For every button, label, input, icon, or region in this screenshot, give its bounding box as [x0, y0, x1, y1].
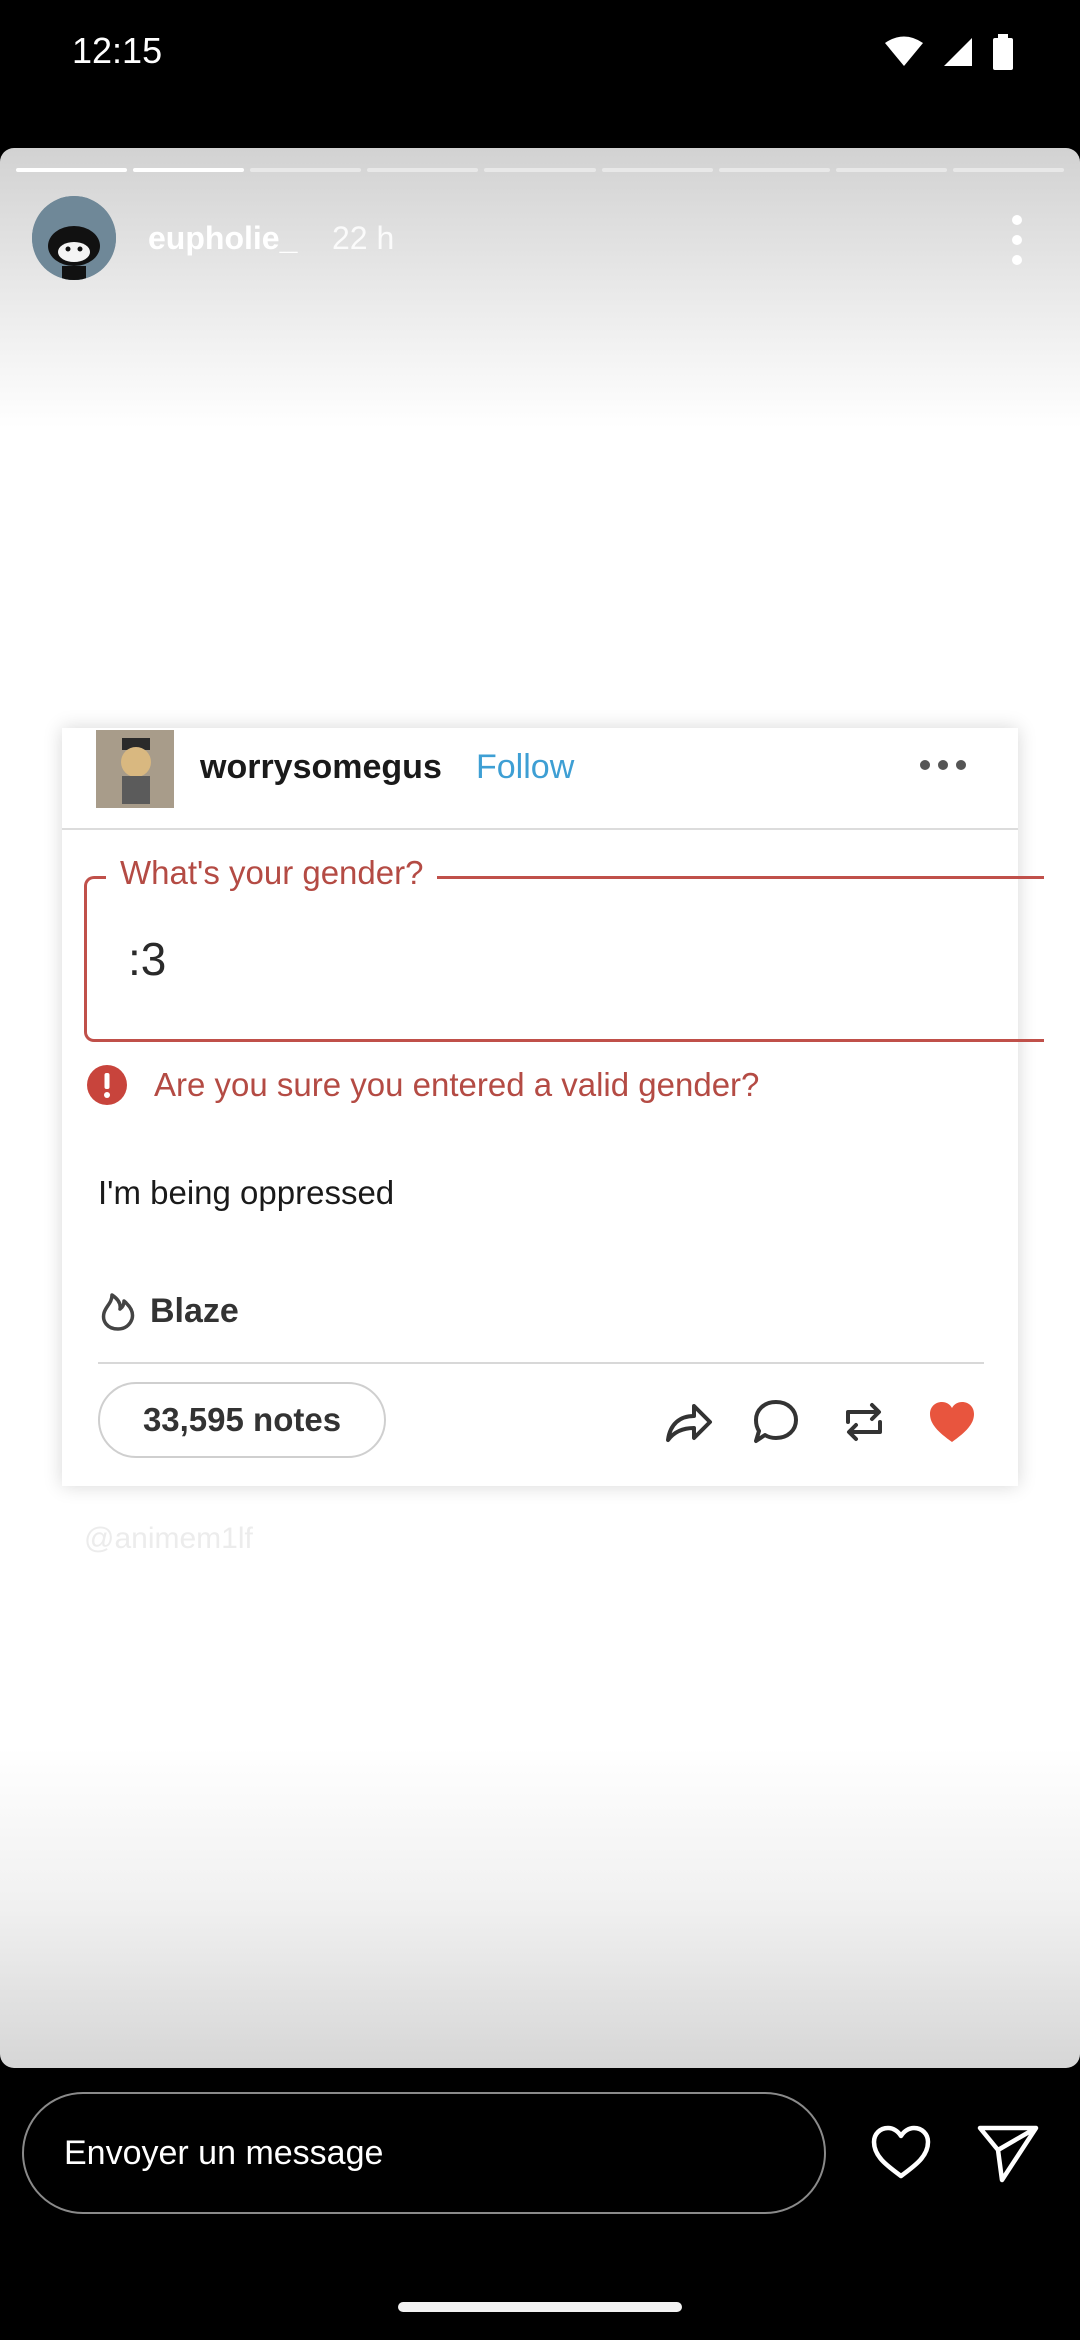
error-icon [87, 1065, 127, 1105]
gender-field-value: :3 [128, 933, 167, 985]
avatar[interactable] [32, 196, 116, 280]
status-bar: 12:15 [0, 0, 1080, 148]
notes-count[interactable]: 33,595 notes [98, 1382, 386, 1458]
blog-avatar[interactable] [96, 730, 174, 808]
post-text: I'm being oppressed [98, 1174, 395, 1211]
error-message: Are you sure you entered a valid gender? [154, 1066, 760, 1103]
more-options-icon[interactable] [1000, 210, 1034, 270]
post-card: worrysomegus Follow What's your gender? … [62, 728, 1044, 1486]
follow-button[interactable]: Follow [476, 748, 574, 787]
story-progress [16, 168, 1064, 172]
blaze-label: Blaze [150, 1291, 239, 1330]
card-divider [62, 828, 1018, 830]
progress-segment [484, 168, 596, 172]
progress-segment [133, 168, 245, 172]
send-icon[interactable] [974, 2118, 1042, 2186]
share-icon[interactable] [662, 1396, 714, 1448]
progress-segment [16, 168, 128, 172]
post-more-icon[interactable] [918, 758, 968, 772]
reblog-icon[interactable] [838, 1396, 890, 1448]
progress-segment [601, 168, 713, 172]
profile-picture [32, 196, 116, 280]
story-username[interactable]: eupholie_ [148, 220, 297, 257]
flame-icon [101, 1293, 135, 1331]
home-indicator [398, 2302, 682, 2312]
blog-avatar-image [96, 730, 174, 808]
progress-segment [835, 168, 947, 172]
like-heart-icon[interactable] [926, 1396, 978, 1448]
wifi-icon [885, 36, 923, 66]
blaze-button[interactable]: Blaze [98, 1290, 239, 1332]
progress-segment [367, 168, 479, 172]
gender-field [84, 876, 1044, 1042]
progress-segment [952, 168, 1064, 172]
status-icons [884, 34, 1014, 70]
heart-icon[interactable] [868, 2120, 934, 2186]
cell-signal-icon [944, 38, 972, 66]
reply-icon[interactable] [750, 1396, 802, 1448]
blog-name[interactable]: worrysomegus [200, 748, 442, 787]
watermark: @animem1lf [84, 1522, 253, 1555]
progress-segment [250, 168, 362, 172]
gender-field-label: What's your gender? [106, 854, 438, 892]
progress-segment [718, 168, 830, 172]
card-divider [98, 1362, 984, 1364]
battery-icon [993, 34, 1013, 70]
story-age: 22 h [332, 220, 395, 256]
status-time: 12:15 [72, 30, 163, 71]
story-viewer[interactable]: eupholie_ 22 h worrysomegus Follow What'… [0, 148, 1080, 2068]
message-input[interactable]: Envoyer un message [22, 2092, 826, 2214]
message-placeholder: Envoyer un message [64, 2133, 384, 2172]
